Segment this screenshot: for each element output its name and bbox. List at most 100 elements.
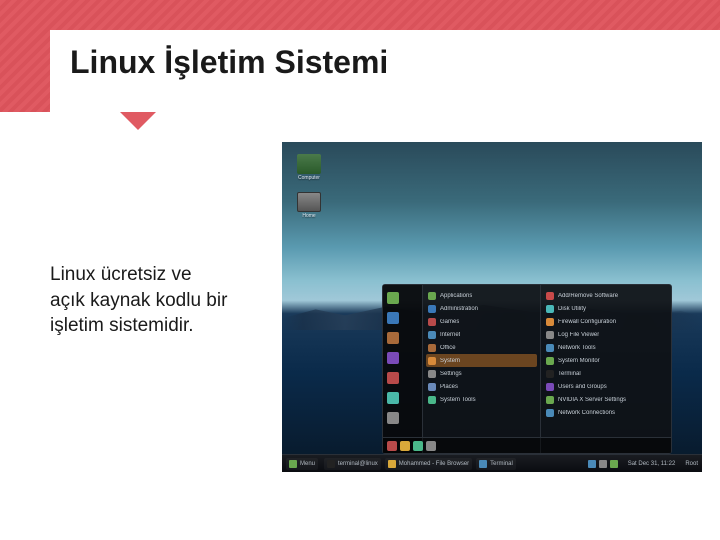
- category-icon: [428, 318, 436, 326]
- taskbar-window-item[interactable]: Mohammed - File Browser: [385, 458, 472, 470]
- menu-category-icon[interactable]: [385, 409, 420, 427]
- menu-category-item[interactable]: System: [426, 354, 537, 367]
- taskbar: Menu terminal@linux Mohammed - File Brows…: [282, 454, 702, 472]
- menu-category-item[interactable]: Administration: [426, 302, 537, 315]
- menu-category-icon[interactable]: [385, 289, 420, 307]
- window-icon: [327, 460, 335, 468]
- menu-app-item[interactable]: Disk Utility: [544, 302, 668, 315]
- menu-app-item[interactable]: Log File Viewer: [544, 328, 668, 341]
- menu-app-list: Add/Remove Software Disk Utility Firewall …: [541, 285, 671, 453]
- menu-category-strip: [383, 285, 423, 453]
- menu-category-icon[interactable]: [385, 369, 420, 387]
- menu-category-item[interactable]: Office: [426, 341, 537, 354]
- tray-icon[interactable]: [610, 460, 618, 468]
- category-label: Internet: [440, 332, 460, 338]
- taskbar-items: terminal@linux Mohammed - File Browser Ter…: [324, 458, 516, 470]
- menu-category-item[interactable]: Games: [426, 315, 537, 328]
- category-icon: [428, 305, 436, 313]
- category-icon: [428, 383, 436, 391]
- slide-title: Linux İşletim Sistemi: [70, 44, 700, 81]
- app-icon: [546, 344, 554, 352]
- app-icon: [546, 292, 554, 300]
- window-label: Terminal: [490, 461, 513, 467]
- taskbar-user: Root: [685, 461, 698, 467]
- category-label: Administration: [440, 306, 478, 312]
- app-label: Firewall Configuration: [558, 319, 616, 325]
- app-label: Disk Utility: [558, 306, 586, 312]
- menu-category-icon[interactable]: [385, 389, 420, 407]
- header-notch-icon: [120, 112, 156, 130]
- body-text: Linux ücretsiz ve açık kaynak kodlu bir …: [0, 112, 260, 540]
- category-icon: [428, 370, 436, 378]
- menu-bottom-icon[interactable]: [426, 441, 436, 451]
- category-label: System: [440, 358, 460, 364]
- category-label: Games: [440, 319, 459, 325]
- app-label: Log File Viewer: [558, 332, 599, 338]
- menu-bottom-icon[interactable]: [413, 441, 423, 451]
- category-label: Places: [440, 384, 458, 390]
- menu-bottom-bar: [383, 437, 671, 453]
- app-icon: [546, 383, 554, 391]
- category-icon: [428, 292, 436, 300]
- slide-header: Linux İşletim Sistemi: [0, 0, 720, 112]
- tray-icon[interactable]: [599, 460, 607, 468]
- category-icon: [428, 331, 436, 339]
- category-label: Applications: [440, 293, 472, 299]
- desktop-icon-label: Home: [292, 214, 326, 220]
- taskbar-window-item[interactable]: Terminal: [476, 458, 516, 470]
- menu-category-icon[interactable]: [385, 329, 420, 347]
- tray-icon[interactable]: [588, 460, 596, 468]
- menu-category-item[interactable]: System Tools: [426, 393, 537, 406]
- category-label: System Tools: [440, 397, 476, 403]
- category-icon: [428, 396, 436, 404]
- app-label: Network Tools: [558, 345, 596, 351]
- taskbar-window-item[interactable]: terminal@linux: [324, 458, 381, 470]
- app-label: Users and Groups: [558, 384, 607, 390]
- menu-category-item[interactable]: Internet: [426, 328, 537, 341]
- window-icon: [479, 460, 487, 468]
- category-icon: [428, 344, 436, 352]
- linux-screenshot: Computer Home Applications Administration…: [282, 142, 702, 472]
- category-icon: [428, 357, 436, 365]
- menu-category-item[interactable]: Places: [426, 380, 537, 393]
- app-label: System Monitor: [558, 358, 600, 364]
- menu-category-item[interactable]: Settings: [426, 367, 537, 380]
- app-icon: [546, 305, 554, 313]
- app-icon: [546, 370, 554, 378]
- app-label: NVIDIA X Server Settings: [558, 397, 626, 403]
- app-label: Terminal: [558, 371, 581, 377]
- menu-category-icon[interactable]: [385, 349, 420, 367]
- menu-app-item[interactable]: Network Tools: [544, 341, 668, 354]
- start-button[interactable]: Menu: [286, 458, 318, 470]
- start-menu[interactable]: Applications Administration Games Internet O…: [382, 284, 672, 454]
- title-box: Linux İşletim Sistemi: [50, 30, 720, 112]
- menu-icon: [289, 460, 297, 468]
- home-icon: [297, 192, 321, 212]
- menu-app-item[interactable]: Firewall Configuration: [544, 315, 668, 328]
- menu-category-item[interactable]: Applications: [426, 289, 537, 302]
- menu-category-icon[interactable]: [385, 309, 420, 327]
- desktop-icon-home[interactable]: Home: [292, 192, 326, 220]
- menu-app-item[interactable]: NVIDIA X Server Settings: [544, 393, 668, 406]
- menu-app-item[interactable]: Users and Groups: [544, 380, 668, 393]
- app-label: Add/Remove Software: [558, 293, 618, 299]
- app-icon: [546, 318, 554, 326]
- app-icon: [546, 409, 554, 417]
- window-icon: [388, 460, 396, 468]
- menu-app-item[interactable]: Network Connections: [544, 406, 668, 419]
- menu-bottom-icon[interactable]: [387, 441, 397, 451]
- app-icon: [546, 396, 554, 404]
- app-icon: [546, 357, 554, 365]
- desktop-icon-computer[interactable]: Computer: [292, 154, 326, 182]
- menu-category-list: Applications Administration Games Internet O…: [423, 285, 541, 453]
- menu-app-item[interactable]: System Monitor: [544, 354, 668, 367]
- window-label: Mohammed - File Browser: [399, 461, 469, 467]
- computer-icon: [297, 154, 321, 174]
- category-label: Office: [440, 345, 456, 351]
- taskbar-clock: Sat Dec 31, 11:22: [628, 461, 676, 467]
- system-tray: [588, 460, 618, 468]
- menu-app-item[interactable]: Terminal: [544, 367, 668, 380]
- menu-app-item[interactable]: Add/Remove Software: [544, 289, 668, 302]
- menu-bottom-icon[interactable]: [400, 441, 410, 451]
- window-label: terminal@linux: [338, 461, 378, 467]
